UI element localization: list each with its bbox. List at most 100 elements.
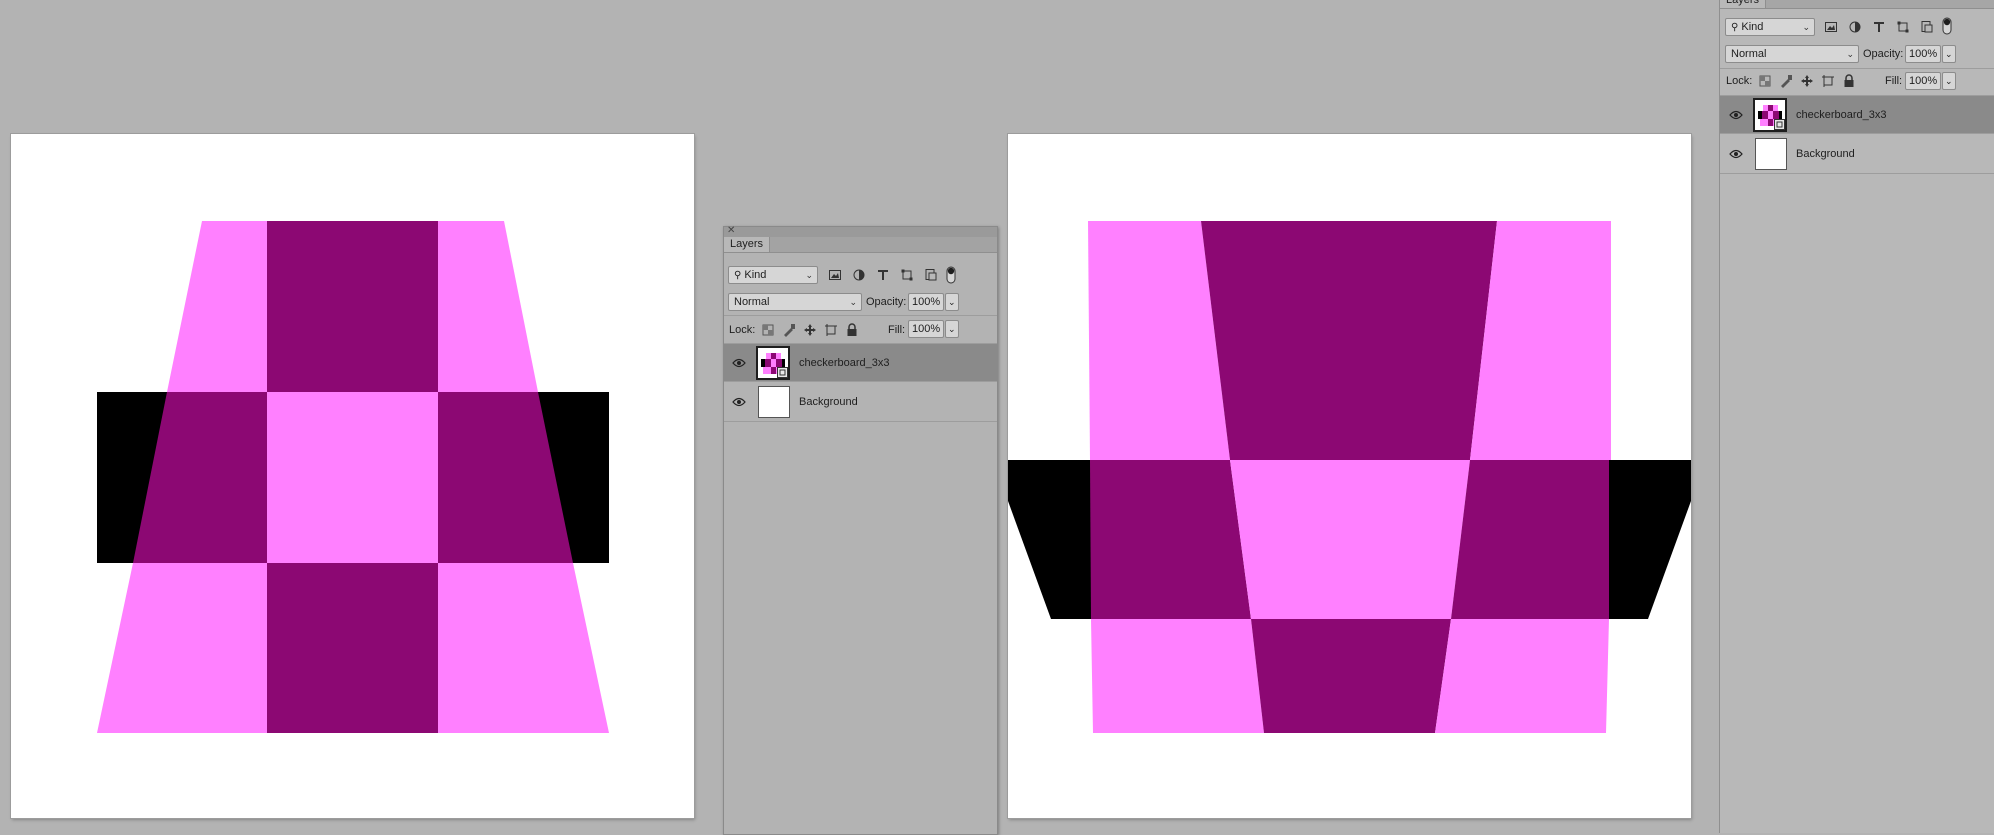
tile-top-right — [438, 221, 538, 392]
layer-name-checkerboard[interactable]: checkerboard_3x3 — [799, 356, 890, 370]
smart-object-badge-icon — [777, 367, 788, 378]
blend-mode-select[interactable]: Normal ⌄ — [1725, 45, 1859, 63]
opacity-dropdown-button[interactable]: ⌄ — [1942, 45, 1956, 63]
black-band-left-piece — [1008, 460, 1093, 619]
fill-value: 100% — [912, 323, 941, 335]
fill-label: Fill: — [1885, 75, 1903, 87]
image-filter-icon[interactable] — [1824, 20, 1838, 34]
lock-transparent-icon[interactable] — [1758, 74, 1772, 88]
layer-name-background[interactable]: Background — [799, 395, 858, 409]
layer-thumbnail-background — [758, 386, 790, 418]
layer-row-checkerboard[interactable]: checkerboard_3x3 — [1720, 96, 1994, 134]
lock-position-icon[interactable] — [1800, 74, 1814, 88]
adjustment-filter-icon[interactable] — [852, 268, 866, 282]
fill-value: 100% — [1909, 75, 1938, 87]
filter-toggle-icon[interactable] — [946, 266, 956, 284]
checkerboard-artwork-left — [97, 221, 609, 733]
chevron-down-icon: ⌄ — [1945, 76, 1953, 86]
layer-row-background[interactable]: Background — [724, 382, 997, 422]
layer-name-background[interactable]: Background — [1796, 147, 1855, 161]
eye-icon[interactable] — [732, 358, 746, 368]
adjustment-filter-icon[interactable] — [1848, 20, 1862, 34]
lock-transparent-icon[interactable] — [761, 323, 775, 337]
floating-panel-header[interactable]: ✕ — [724, 225, 997, 237]
lock-label: Lock: — [1726, 75, 1753, 87]
fill-field[interactable]: 100% — [908, 320, 944, 338]
tile-mid-left — [1090, 460, 1251, 619]
tile-mid-center — [1230, 460, 1470, 619]
shape-filter-icon[interactable] — [1896, 20, 1910, 34]
image-filter-icon[interactable] — [828, 268, 842, 282]
opacity-field[interactable]: 100% — [908, 293, 944, 311]
layer-row-checkerboard[interactable]: checkerboard_3x3 — [724, 344, 997, 382]
lock-artboard-icon[interactable] — [824, 323, 838, 337]
eye-icon[interactable] — [1729, 110, 1743, 120]
opacity-label: Opacity: — [866, 296, 907, 308]
close-icon[interactable]: ✕ — [727, 225, 735, 236]
black-band-right-piece — [1608, 460, 1691, 619]
opacity-value: 100% — [1909, 48, 1938, 60]
type-filter-icon[interactable] — [1872, 20, 1886, 34]
tile-bot-left — [1091, 619, 1264, 733]
opacity-dropdown-button[interactable]: ⌄ — [945, 293, 959, 311]
blend-mode-value: Normal — [1731, 48, 1767, 60]
floating-layers-panel[interactable]: ✕ Layers ⚲ Kind ⌄ Normal ⌄ Opacity: 100%… — [723, 225, 998, 835]
type-filter-icon[interactable] — [876, 268, 890, 282]
tab-layers[interactable]: Layers — [1720, 0, 1767, 8]
layer-name-checkerboard[interactable]: checkerboard_3x3 — [1796, 108, 1887, 122]
docked-layers-panel[interactable]: Layers ⚲ Kind ⌄ Normal ⌄ Opacity: 100% ⌄… — [1719, 0, 1994, 833]
search-icon: ⚲ — [1731, 22, 1739, 33]
lock-all-icon[interactable] — [845, 323, 859, 337]
smart-object-filter-icon[interactable] — [1920, 20, 1934, 34]
opacity-field[interactable]: 100% — [1905, 45, 1941, 63]
tile-top-left — [167, 221, 267, 392]
smart-object-badge-icon — [1774, 119, 1785, 130]
kind-filter-select[interactable]: ⚲ Kind ⌄ — [728, 266, 818, 284]
blend-mode-value: Normal — [734, 296, 770, 308]
opacity-label: Opacity: — [1863, 48, 1904, 60]
panel-divider — [724, 315, 997, 316]
tile-top-center — [1201, 221, 1497, 460]
fill-dropdown-button[interactable]: ⌄ — [1942, 72, 1956, 90]
tile-top-center — [267, 221, 438, 392]
tile-bot-right — [438, 563, 609, 733]
shape-filter-icon[interactable] — [900, 268, 914, 282]
eye-icon[interactable] — [1729, 149, 1743, 159]
kind-filter-select[interactable]: ⚲ Kind ⌄ — [1725, 18, 1815, 36]
layer-row-background[interactable]: Background — [1720, 134, 1994, 174]
fill-field[interactable]: 100% — [1905, 72, 1941, 90]
chevron-down-icon: ⌄ — [948, 297, 956, 307]
eye-icon[interactable] — [732, 397, 746, 407]
tile-bot-center — [1251, 619, 1451, 733]
chevron-down-icon: ⌄ — [849, 297, 857, 307]
chevron-down-icon: ⌄ — [805, 270, 813, 280]
document-canvas-right[interactable] — [1008, 134, 1691, 818]
tile-bot-right — [1435, 619, 1609, 733]
kind-filter-value: Kind — [744, 269, 767, 281]
blend-mode-select[interactable]: Normal ⌄ — [728, 293, 862, 311]
checkerboard-artwork-right — [1008, 221, 1691, 733]
tile-mid-center — [267, 392, 438, 563]
lock-position-icon[interactable] — [803, 323, 817, 337]
chevron-down-icon: ⌄ — [1802, 22, 1810, 32]
opacity-value: 100% — [912, 296, 941, 308]
tile-bot-left — [97, 563, 267, 733]
layer-thumbnail-checkerboard — [1753, 98, 1787, 132]
lock-artboard-icon[interactable] — [1821, 74, 1835, 88]
fill-dropdown-button[interactable]: ⌄ — [945, 320, 959, 338]
smart-object-filter-icon[interactable] — [924, 268, 938, 282]
panel-divider — [1720, 68, 1994, 69]
layer-thumbnail-checkerboard — [756, 346, 790, 380]
chevron-down-icon: ⌄ — [1945, 49, 1953, 59]
lock-all-icon[interactable] — [1842, 74, 1856, 88]
tile-bot-center — [267, 563, 438, 733]
filter-toggle-icon[interactable] — [1942, 17, 1952, 35]
lock-image-icon[interactable] — [782, 323, 796, 337]
tab-layers[interactable]: Layers — [724, 237, 771, 252]
chevron-down-icon: ⌄ — [948, 324, 956, 334]
fill-label: Fill: — [888, 324, 906, 336]
chevron-down-icon: ⌄ — [1846, 49, 1854, 59]
lock-label: Lock: — [729, 324, 756, 336]
document-canvas-left[interactable] — [11, 134, 694, 818]
lock-image-icon[interactable] — [1779, 74, 1793, 88]
